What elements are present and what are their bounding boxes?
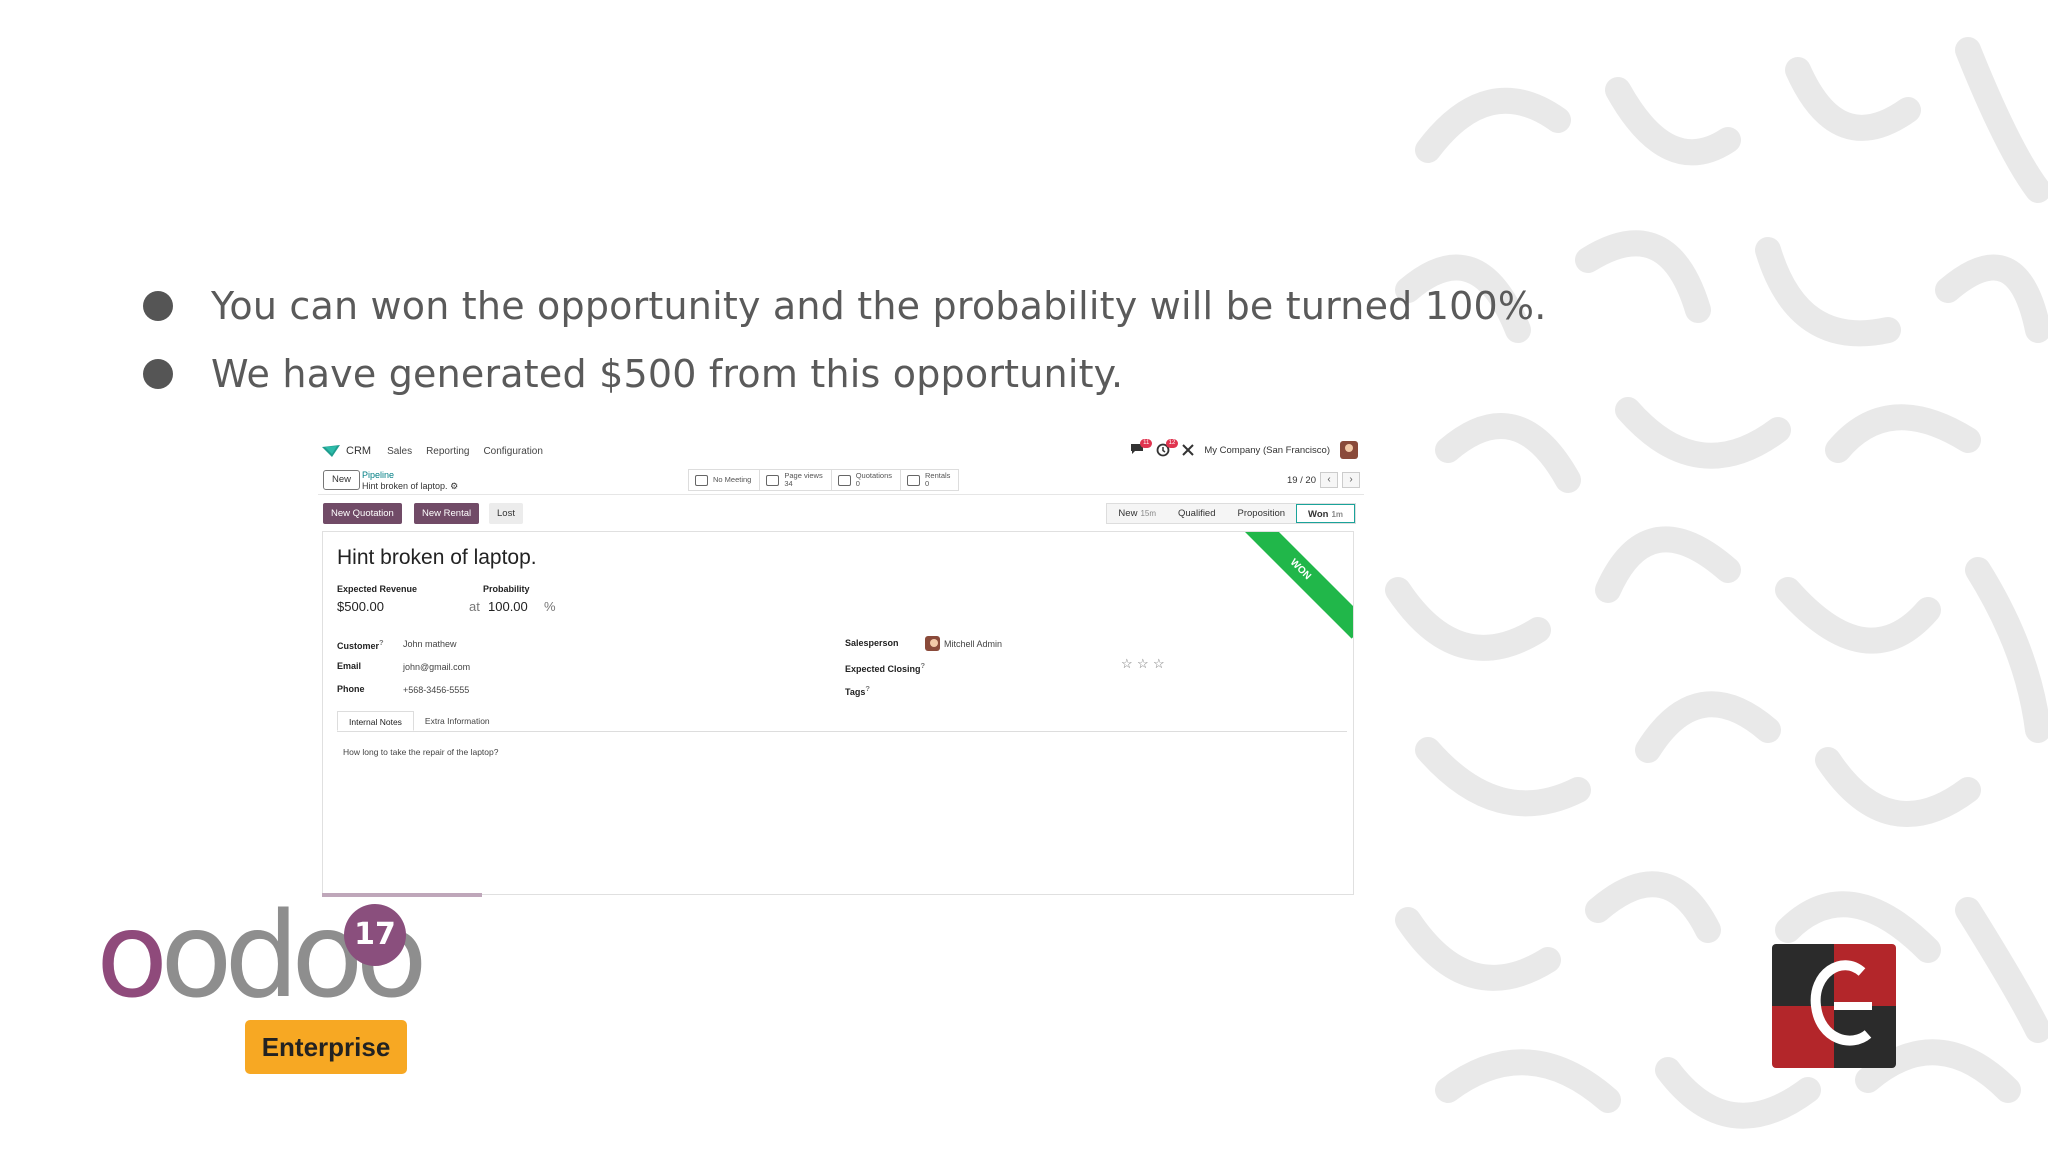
- priority-star-icon[interactable]: ☆: [1121, 656, 1133, 672]
- tab-extra-information[interactable]: Extra Information: [414, 711, 501, 731]
- smart-button-label: No Meeting: [713, 475, 752, 484]
- probability-label: Probability: [483, 584, 530, 594]
- breadcrumb: Pipeline Hint broken of laptop. ⚙: [362, 470, 458, 492]
- gear-icon[interactable]: ⚙: [450, 481, 458, 491]
- bullet-text: You can won the opportunity and the prob…: [211, 284, 1547, 328]
- control-panel: New Pipeline Hint broken of laptop. ⚙ No…: [318, 467, 1364, 495]
- smart-button-page-views[interactable]: Page views 34: [760, 470, 832, 490]
- app-name[interactable]: CRM: [346, 445, 371, 457]
- stage-proposition[interactable]: Proposition: [1227, 504, 1297, 523]
- menu-sales[interactable]: Sales: [387, 446, 412, 457]
- email-label: Email: [337, 661, 362, 671]
- priority-star-icon[interactable]: ☆: [1137, 656, 1149, 672]
- tags-icon: [766, 474, 780, 486]
- activities-count: 12: [1165, 439, 1179, 448]
- statusbar: New Quotation New Rental Lost New 15m Qua…: [318, 503, 1364, 527]
- new-rental-button[interactable]: New Rental: [414, 503, 480, 524]
- new-button[interactable]: New: [323, 470, 361, 490]
- salesperson-field[interactable]: Mitchell Admin: [925, 636, 1002, 651]
- enterprise-badge: Enterprise: [245, 1020, 407, 1074]
- company-switcher[interactable]: My Company (San Francisco): [1204, 445, 1330, 456]
- stage-new[interactable]: New 15m: [1107, 504, 1167, 523]
- crm-screenshot: CRM Sales Reporting Configuration 11 12 …: [318, 435, 1364, 897]
- tab-internal-notes[interactable]: Internal Notes: [337, 711, 414, 731]
- customer-field[interactable]: John mathew: [403, 639, 457, 649]
- cybrosys-logo: [1772, 944, 1896, 1068]
- smart-button-meeting[interactable]: No Meeting: [689, 470, 761, 490]
- pager: 19 / 20 ‹ ›: [1287, 472, 1360, 488]
- expected-closing-label: Expected Closing?: [845, 661, 926, 674]
- smart-button-label: Quotations: [855, 471, 892, 480]
- bullet-list: You can won the opportunity and the prob…: [140, 272, 1546, 408]
- pager-next-icon[interactable]: ›: [1342, 472, 1360, 488]
- smart-button-value: 34: [784, 479, 793, 488]
- breadcrumb-current: Hint broken of laptop.: [362, 481, 448, 491]
- pager-value[interactable]: 19 / 20: [1287, 475, 1316, 486]
- phone-label: Phone: [337, 684, 365, 694]
- form-sheet: WON Hint broken of laptop. Expected Reve…: [322, 531, 1354, 895]
- customer-label: Customer?: [337, 638, 384, 651]
- calendar-icon: [695, 474, 708, 486]
- expected-revenue-field[interactable]: $500.00: [337, 599, 384, 614]
- crm-logo-icon: [322, 445, 340, 457]
- won-ribbon: WON: [1231, 532, 1353, 639]
- menu-reporting[interactable]: Reporting: [426, 446, 469, 457]
- smart-button-quotations[interactable]: Quotations 0: [832, 470, 901, 490]
- version-badge: 17: [344, 904, 406, 966]
- debug-tools-icon[interactable]: [1182, 444, 1195, 456]
- probability-unit: %: [544, 599, 556, 614]
- pager-previous-icon[interactable]: ‹: [1320, 472, 1338, 488]
- probability-field[interactable]: 100.00: [488, 599, 528, 614]
- messages-icon[interactable]: 11: [1130, 439, 1153, 457]
- edit-icon: [837, 474, 851, 486]
- user-avatar[interactable]: [1340, 441, 1358, 459]
- menu-configuration[interactable]: Configuration: [483, 446, 542, 457]
- bullet-dot: [143, 359, 173, 389]
- breadcrumb-pipeline[interactable]: Pipeline: [362, 470, 458, 481]
- salesperson-avatar: [925, 636, 940, 651]
- stage-won[interactable]: Won 1m: [1296, 504, 1355, 523]
- smart-button-rentals[interactable]: Rentals 0: [901, 470, 958, 490]
- notebook-tabs: Internal Notes Extra Information: [337, 711, 1347, 732]
- systray: 11 12 My Company (San Francisco): [1130, 439, 1358, 459]
- opportunity-title[interactable]: Hint broken of laptop.: [337, 546, 537, 570]
- expected-revenue-label: Expected Revenue: [337, 584, 418, 594]
- probability-at: at: [469, 599, 480, 614]
- activities-icon[interactable]: 12: [1156, 439, 1179, 457]
- top-navbar: CRM Sales Reporting Configuration 11 12 …: [318, 435, 1364, 467]
- phone-field[interactable]: +568-3456-5555: [403, 685, 469, 695]
- decorative-pattern: [1368, 30, 2048, 1152]
- edit-icon: [907, 474, 920, 486]
- smart-button-value: 0: [925, 479, 930, 488]
- email-field[interactable]: john@gmail.com: [403, 662, 470, 672]
- stage-qualified[interactable]: Qualified: [1167, 504, 1227, 523]
- salesperson-label: Salesperson: [845, 638, 899, 648]
- smart-buttons: No Meeting Page views 34 Quotations 0 Rent…: [688, 469, 960, 491]
- bullet-text: We have generated $500 from this opportu…: [211, 352, 1124, 396]
- new-quotation-button[interactable]: New Quotation: [323, 503, 402, 524]
- messages-count: 11: [1140, 439, 1153, 448]
- internal-notes-field[interactable]: How long to take the repair of the lapto…: [343, 747, 498, 757]
- bullet-item: You can won the opportunity and the prob…: [140, 272, 1546, 340]
- lost-button[interactable]: Lost: [489, 503, 523, 524]
- smart-button-value: 0: [855, 479, 860, 488]
- odoo-logo: oodoo 17 Enterprise: [96, 896, 428, 1076]
- stage-selector: New 15m Qualified Proposition Won 1m: [1106, 503, 1356, 524]
- bullet-item: We have generated $500 from this opportu…: [140, 340, 1546, 408]
- tags-label: Tags?: [845, 684, 870, 697]
- bullet-dot: [143, 291, 173, 321]
- priority-star-icon[interactable]: ☆: [1153, 656, 1165, 672]
